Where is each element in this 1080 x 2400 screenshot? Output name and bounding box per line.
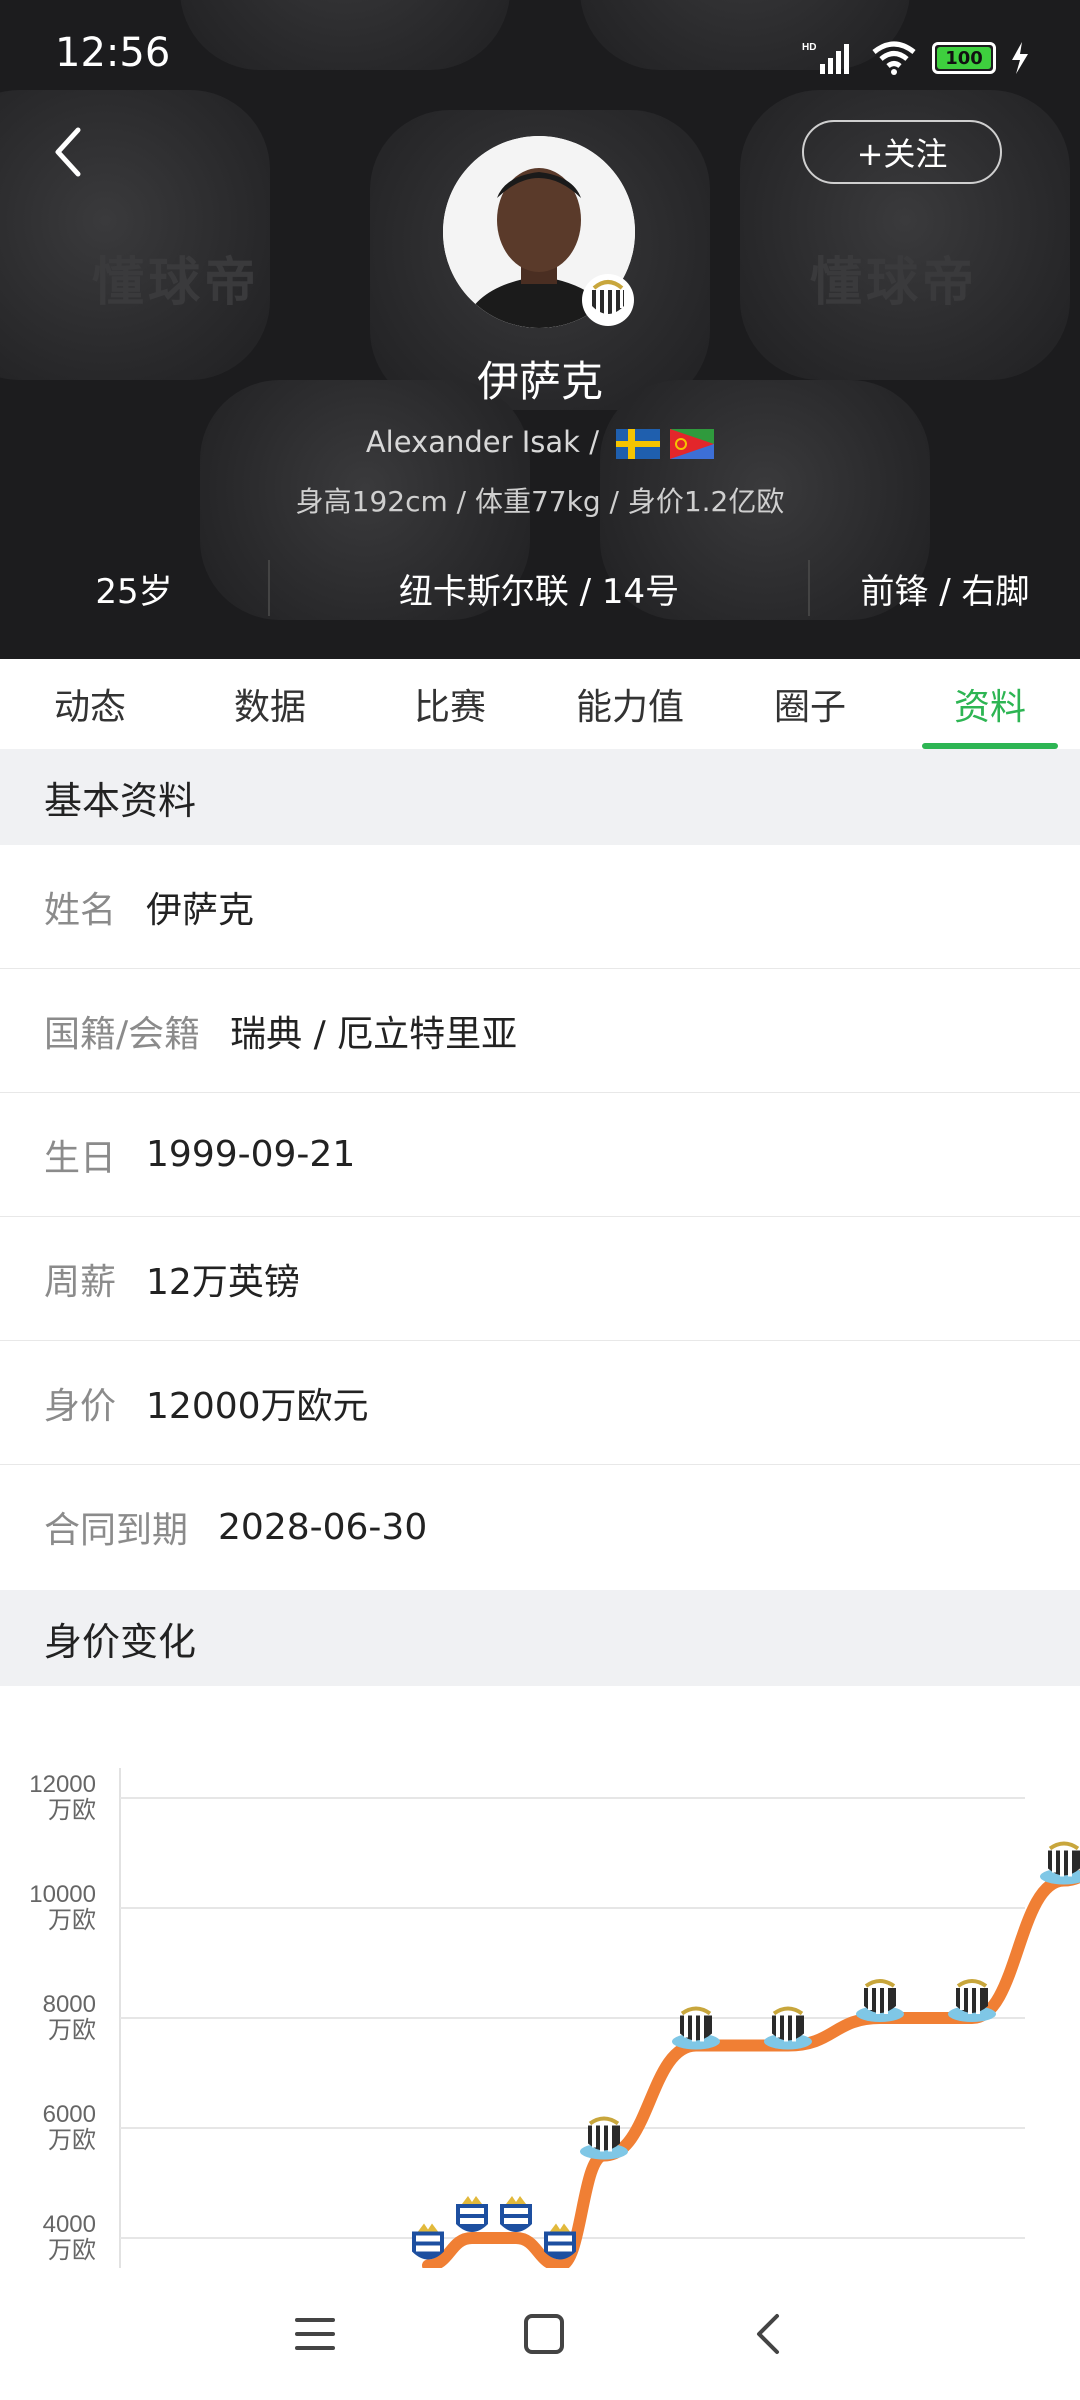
club-number-text: 纽卡斯尔联 / 14号 [398, 571, 680, 612]
newcastle-badge-icon [1040, 1841, 1080, 1885]
row-value: 12万英镑 [146, 1261, 300, 1303]
real-sociedad-badge-icon [456, 2196, 488, 2232]
real-sociedad-badge-icon [500, 2196, 532, 2232]
menu-icon[interactable] [293, 2314, 337, 2354]
tab-bar: 动态 数据 比赛 能力值 圈子 资料 [0, 659, 1080, 750]
info-row-birthday: 生日 1999-09-21 [0, 1093, 1080, 1217]
back-icon[interactable] [48, 122, 88, 182]
y-tick-label: 8000 [43, 1991, 96, 2018]
newcastle-badge-icon [764, 2006, 812, 2050]
signal-icon: HD [802, 42, 849, 74]
real-sociedad-badge-icon [544, 2223, 576, 2260]
player-header: 懂球帝 懂球帝 12:56 HD 100 +关注 伊萨克 Alexander I… [0, 0, 1080, 659]
y-tick-label: 12000 [29, 1771, 96, 1798]
basic-info-header: 基本资料 [0, 749, 1080, 845]
tab-matches[interactable]: 比赛 [360, 659, 540, 749]
eritrea-flag-icon [670, 429, 715, 459]
real-sociedad-badge-icon [412, 2223, 444, 2260]
y-tick-unit: 万欧 [48, 2236, 96, 2264]
player-stats: 身高192cm / 体重77kg / 身价1.2亿欧 [295, 485, 785, 518]
system-nav-bar [0, 2268, 1080, 2400]
row-label: 生日 [44, 1137, 117, 1179]
wifi-icon [872, 41, 916, 75]
row-value: 12000万欧元 [146, 1385, 369, 1427]
status-icons: HD 100 [802, 40, 1030, 76]
follow-button[interactable]: +关注 [802, 120, 1002, 184]
row-value: 1999-09-21 [146, 1134, 356, 1175]
info-row-contract: 合同到期 2028-06-30 [0, 1465, 1080, 1589]
sweden-flag-icon [616, 429, 661, 459]
y-tick-label: 4000 [43, 2211, 96, 2238]
newcastle-badge-icon [582, 274, 634, 326]
tab-circle[interactable]: 圈子 [720, 659, 900, 749]
y-tick-unit: 万欧 [48, 1906, 96, 1934]
newcastle-badge-icon [948, 1979, 996, 2022]
player-info-row: 25岁 纽卡斯尔联 / 14号 前锋 / 右脚 [0, 558, 1080, 618]
row-label: 周薪 [44, 1261, 117, 1303]
value-change-header: 身价变化 [0, 1590, 1080, 1686]
home-icon[interactable] [522, 2312, 566, 2356]
back-nav-icon[interactable] [751, 2312, 787, 2356]
tab-profile[interactable]: 资料 [900, 659, 1080, 749]
hex-decoration [0, 90, 270, 380]
y-tick-unit: 万欧 [48, 2016, 96, 2044]
watermark-right: 懂球帝 [810, 253, 979, 313]
info-row-name: 姓名 伊萨克 [0, 845, 1080, 969]
age-text: 25岁 [95, 571, 173, 612]
row-value: 伊萨克 [146, 889, 255, 931]
value-chart: 12000万欧10000万欧8000万欧6000万欧4000万欧 [29, 1768, 1080, 2268]
tab-feed[interactable]: 动态 [0, 659, 180, 749]
charging-icon [1012, 42, 1028, 74]
newcastle-badge-icon [856, 1979, 904, 2022]
row-label: 身价 [44, 1385, 117, 1427]
row-label: 合同到期 [44, 1510, 189, 1551]
tab-data[interactable]: 数据 [180, 659, 360, 749]
y-tick-label: 10000 [29, 1881, 96, 1908]
row-value: 瑞典 / 厄立特里亚 [230, 1013, 518, 1055]
newcastle-badge-icon [672, 2006, 720, 2050]
info-row-wage: 周薪 12万英镑 [0, 1217, 1080, 1341]
section-title: 基本资料 [44, 778, 197, 823]
watermark-left: 懂球帝 [92, 253, 261, 313]
value-series-line [422, 1869, 1080, 2268]
y-tick-unit: 万欧 [48, 1796, 96, 1824]
newcastle-badge-icon [580, 2116, 628, 2160]
tab-ability[interactable]: 能力值 [540, 659, 720, 749]
row-value: 2028-06-30 [218, 1506, 428, 1548]
row-label: 国籍/会籍 [44, 1013, 201, 1055]
svg-text:HD: HD [802, 42, 816, 53]
english-name-row: Alexander Isak / [0, 425, 1080, 459]
position-foot-text: 前锋 / 右脚 [860, 571, 1030, 612]
y-tick-label: 6000 [43, 2101, 96, 2128]
english-name: Alexander Isak / [365, 425, 599, 459]
battery-icon: 100 [932, 42, 996, 74]
hex-decoration [180, 0, 510, 70]
info-row-value: 身价 12000万欧元 [0, 1341, 1080, 1465]
row-label: 姓名 [44, 889, 117, 931]
section-title: 身价变化 [44, 1619, 197, 1664]
player-name: 伊萨克 [476, 357, 603, 406]
info-row-nationality: 国籍/会籍 瑞典 / 厄立特里亚 [0, 969, 1080, 1093]
status-time: 12:56 [55, 30, 171, 76]
y-tick-unit: 万欧 [48, 2126, 96, 2154]
